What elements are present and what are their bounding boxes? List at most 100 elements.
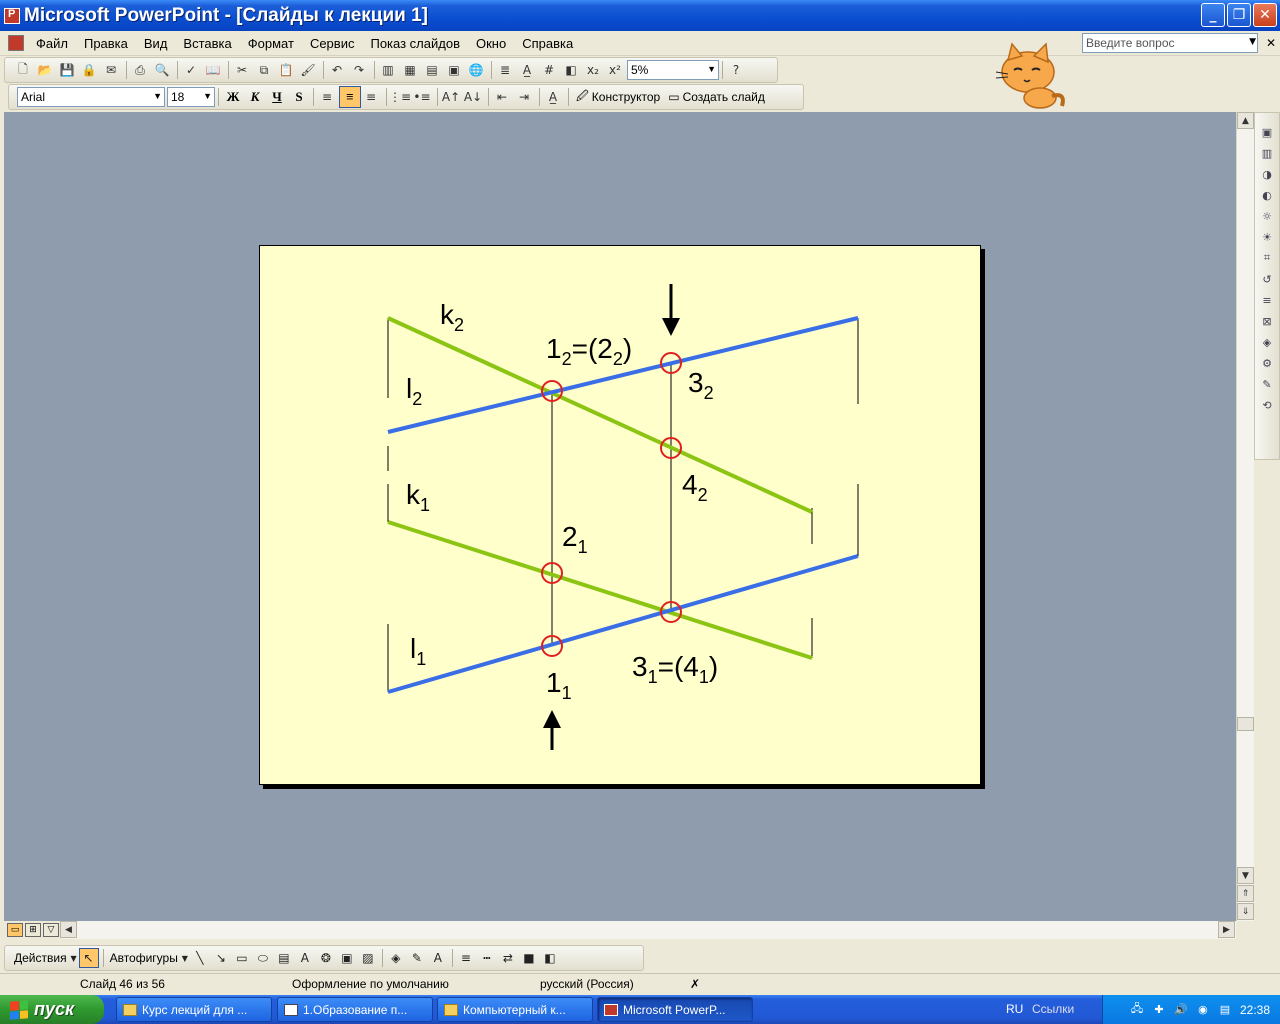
numbering-icon[interactable]: ⋮≡ — [389, 87, 411, 107]
task-button-powerpoint[interactable]: Microsoft PowerP... — [597, 997, 753, 1022]
rotate-icon[interactable]: ↺ — [1258, 270, 1276, 288]
italic-button[interactable]: К — [244, 86, 266, 108]
zoom-select[interactable]: 5% ▼ — [627, 60, 719, 80]
links-toolbar[interactable]: Ссылки — [1032, 1002, 1074, 1016]
shadow-style-icon[interactable]: ■ — [519, 948, 539, 968]
paste-icon[interactable]: 📋 — [276, 60, 296, 80]
tray-update-icon[interactable]: ▤ — [1218, 1003, 1232, 1017]
align-left-icon[interactable]: ≡ — [317, 87, 337, 107]
permission-icon[interactable]: 🔒 — [79, 60, 99, 80]
volume-icon[interactable]: 🔊 — [1174, 1003, 1188, 1017]
select-objects-icon[interactable]: ↖ — [78, 948, 99, 968]
decrease-indent-icon[interactable]: ⇤ — [492, 87, 512, 107]
set-transparent-icon[interactable]: ✎ — [1258, 375, 1276, 393]
subscript-icon[interactable]: x₂ — [583, 60, 603, 80]
line-color-icon[interactable]: ✎ — [407, 948, 427, 968]
print-preview-icon[interactable]: 🔍 — [152, 60, 172, 80]
slide-canvas[interactable]: k2 l2 k1 l1 12=(22) 32 42 21 11 31=(41) — [259, 245, 981, 785]
menu-format[interactable]: Формат — [240, 36, 302, 51]
color-grayscale-icon[interactable]: ◧ — [561, 60, 581, 80]
expand-all-icon[interactable]: ≣ — [495, 60, 515, 80]
previous-slide-icon[interactable]: ⇑ — [1237, 885, 1254, 902]
tables-borders-icon[interactable]: ▤ — [422, 60, 442, 80]
print-icon[interactable]: ⎙ — [130, 60, 150, 80]
help-icon[interactable]: ? — [726, 60, 746, 80]
cut-icon[interactable]: ✂ — [232, 60, 252, 80]
scroll-right-icon[interactable]: ▶ — [1218, 921, 1235, 938]
menu-help[interactable]: Справка — [514, 36, 581, 51]
contrast-up-icon[interactable]: ◑ — [1258, 165, 1276, 183]
menu-tools[interactable]: Сервис — [302, 36, 363, 51]
restore-button[interactable]: ❐ — [1227, 3, 1251, 27]
line-style-icon[interactable]: ≡ — [1258, 291, 1276, 309]
diagram-tool-icon[interactable]: ❂ — [316, 948, 336, 968]
task-button-document[interactable]: 1.Образование п... — [277, 997, 433, 1022]
insert-chart-icon[interactable]: ▥ — [378, 60, 398, 80]
normal-view-icon[interactable]: ▭ — [7, 923, 23, 937]
close-button[interactable]: ✕ — [1253, 3, 1277, 27]
fill-color-icon[interactable]: ◈ — [386, 948, 406, 968]
menu-slideshow[interactable]: Показ слайдов — [362, 36, 468, 51]
scroll-thumb[interactable] — [1237, 717, 1254, 731]
arrow-style-icon[interactable]: ⇄ — [498, 948, 518, 968]
close-icon[interactable]: ✕ — [1266, 36, 1276, 50]
align-center-icon[interactable]: ≡ — [339, 86, 361, 108]
status-design[interactable]: Оформление по умолчанию — [292, 977, 449, 991]
grid-icon[interactable]: # — [539, 60, 559, 80]
increase-font-icon[interactable]: A↑ — [441, 87, 461, 107]
font-name-select[interactable]: Arial ▼ — [17, 87, 165, 107]
rectangle-tool-icon[interactable]: ▭ — [232, 948, 252, 968]
tray-app-icon[interactable]: ◉ — [1196, 1003, 1210, 1017]
next-slide-icon[interactable]: ⇓ — [1237, 903, 1254, 920]
superscript-icon[interactable]: x² — [605, 60, 625, 80]
antivirus-icon[interactable]: ✚ — [1152, 1003, 1166, 1017]
format-picture-icon[interactable]: ⚙ — [1258, 354, 1276, 372]
dash-style-icon[interactable]: ┅ — [477, 948, 497, 968]
horizontal-scrollbar[interactable]: ◀ ▶ — [60, 921, 1236, 939]
redo-icon[interactable]: ↷ — [349, 60, 369, 80]
color-icon[interactable]: ▥ — [1258, 144, 1276, 162]
network-icon[interactable]: 🖧 — [1130, 1003, 1144, 1017]
minimize-button[interactable]: _ — [1201, 3, 1225, 27]
insert-picture-icon[interactable]: ▣ — [444, 60, 464, 80]
insert-picture-icon[interactable]: ▣ — [1258, 123, 1276, 141]
increase-indent-icon[interactable]: ⇥ — [514, 87, 534, 107]
slideshow-icon[interactable]: ▽ — [43, 923, 59, 937]
actions-menu[interactable]: Действия — [11, 951, 70, 965]
line-style-icon[interactable]: ≡ — [456, 948, 476, 968]
font-color-icon[interactable]: A̲ — [543, 87, 563, 107]
chevron-down-icon[interactable]: ▼ — [70, 948, 78, 968]
menu-edit[interactable]: Правка — [76, 36, 136, 51]
task-button-computer[interactable]: Компьютерный к... — [437, 997, 593, 1022]
research-icon[interactable]: 📖 — [203, 60, 223, 80]
email-icon[interactable]: ✉ — [101, 60, 121, 80]
wordart-tool-icon[interactable]: A — [295, 948, 315, 968]
recolor-icon[interactable]: ◈ — [1258, 333, 1276, 351]
line-tool-icon[interactable]: ╲ — [190, 948, 210, 968]
compress-icon[interactable]: ⊠ — [1258, 312, 1276, 330]
crop-icon[interactable]: ⌗ — [1258, 249, 1276, 267]
reset-picture-icon[interactable]: ⟲ — [1258, 396, 1276, 414]
autoshapes-menu[interactable]: Автофигуры — [107, 951, 181, 965]
new-file-icon[interactable]: 🗋 — [13, 60, 33, 80]
brightness-down-icon[interactable]: ☀ — [1258, 228, 1276, 246]
copy-icon[interactable]: ⧉ — [254, 60, 274, 80]
3d-style-icon[interactable]: ◧ — [540, 948, 560, 968]
font-color-icon[interactable]: A — [428, 948, 448, 968]
spelling-icon[interactable]: ✓ — [181, 60, 201, 80]
format-painter-icon[interactable]: 🖌 — [298, 60, 318, 80]
menu-view[interactable]: Вид — [136, 36, 176, 51]
scroll-up-icon[interactable]: ▲ — [1237, 112, 1254, 129]
textbox-tool-icon[interactable]: ▤ — [274, 948, 294, 968]
contrast-down-icon[interactable]: ◐ — [1258, 186, 1276, 204]
bullets-icon[interactable]: •≡ — [412, 87, 432, 107]
slide-sorter-icon[interactable]: ⊞ — [25, 923, 41, 937]
picture-tool-icon[interactable]: ▨ — [358, 948, 378, 968]
clipart-tool-icon[interactable]: ▣ — [337, 948, 357, 968]
arrow-tool-icon[interactable]: ↘ — [211, 948, 231, 968]
powerpoint-icon[interactable] — [4, 7, 20, 24]
undo-icon[interactable]: ↶ — [327, 60, 347, 80]
language-indicator[interactable]: RU — [1006, 1002, 1023, 1016]
new-slide-button[interactable]: ▭ Создать слайд — [664, 90, 769, 104]
oval-tool-icon[interactable]: ⬭ — [253, 948, 273, 968]
